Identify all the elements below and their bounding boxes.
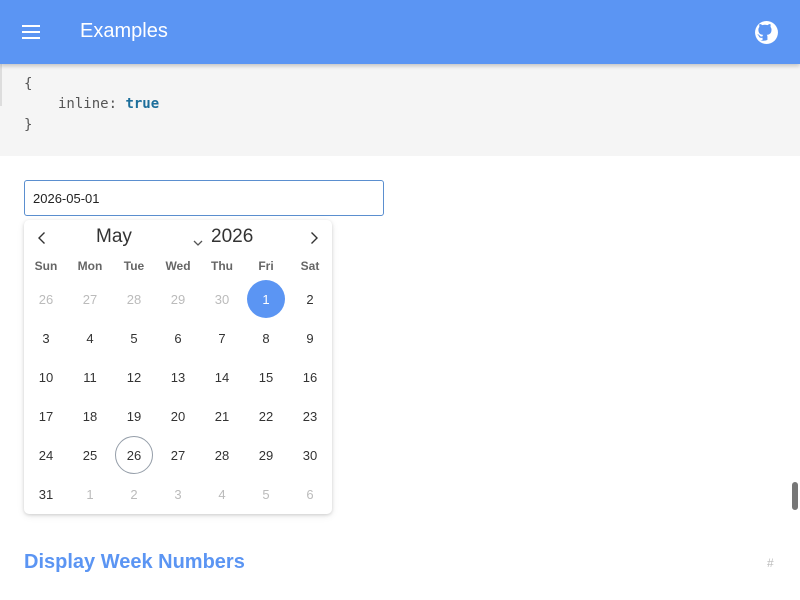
calendar-day[interactable]: 15 [247,358,285,396]
calendar-day[interactable]: 1 [247,280,285,318]
calendar-day[interactable]: 6 [159,319,197,357]
calendar-day[interactable]: 10 [27,358,65,396]
calendar-day[interactable]: 29 [247,436,285,474]
code-close-brace: } [24,117,33,133]
calendar-day[interactable]: 21 [203,397,241,435]
app-title: Examples [80,20,168,42]
calendar-day[interactable]: 11 [71,358,109,396]
calendar-day[interactable]: 30 [203,280,241,318]
weekday-label: Wed [165,259,191,273]
calendar-day[interactable]: 1 [71,475,109,513]
calendar-day[interactable]: 25 [71,436,109,474]
calendar-day[interactable]: 26 [115,436,153,474]
weekday-label: Tue [123,259,145,273]
section-anchor-link[interactable]: # [767,556,774,570]
calendar-day[interactable]: 12 [115,358,153,396]
calendar-day[interactable]: 8 [247,319,285,357]
weekday-label: Fri [258,259,274,273]
chevron-down-icon [192,232,204,246]
code-open-brace: { [24,76,33,92]
code-key: inline [58,96,109,112]
calendar-day[interactable]: 30 [291,436,329,474]
calendar-day[interactable]: 27 [71,280,109,318]
code-option-line: inline: true [58,96,159,112]
calendar-day[interactable]: 7 [203,319,241,357]
calendar-day[interactable]: 26 [27,280,65,318]
calendar-day[interactable]: 31 [27,475,65,513]
weekday-label: Mon [77,259,103,273]
app-bar: Examples [0,0,800,64]
calendar-day[interactable]: 3 [159,475,197,513]
calendar-day[interactable]: 3 [27,319,65,357]
calendar-day[interactable]: 22 [247,397,285,435]
calendar-day[interactable]: 13 [159,358,197,396]
calendar-day[interactable]: 28 [203,436,241,474]
github-icon[interactable] [754,20,779,45]
calendar-day[interactable]: 29 [159,280,197,318]
chevron-right-icon[interactable] [306,230,322,246]
calendar-day[interactable]: 18 [71,397,109,435]
weekday-label: Sat [300,259,320,273]
code-example: { inline: true } [0,64,800,156]
calendar-day[interactable]: 2 [115,475,153,513]
calendar-day[interactable]: 27 [159,436,197,474]
code-colon: : [108,96,126,112]
calendar-day[interactable]: 6 [291,475,329,513]
chevron-left-icon[interactable] [34,230,50,246]
scrollbar-thumb[interactable] [792,482,798,510]
calendar-day[interactable]: 4 [203,475,241,513]
code-value: true [125,96,160,112]
calendar-day[interactable]: 16 [291,358,329,396]
calendar-day[interactable]: 5 [247,475,285,513]
calendar-day[interactable]: 19 [115,397,153,435]
calendar-day[interactable]: 17 [27,397,65,435]
date-input[interactable] [24,180,384,216]
code-block-edge [0,64,2,106]
calendar-day[interactable]: 4 [71,319,109,357]
inline-calendar: May 2026 Sun Mon Tue Wed Thu Fri Sat 26 27 28 29 3… [24,220,332,514]
calendar-day[interactable]: 23 [291,397,329,435]
calendar-day[interactable]: 14 [203,358,241,396]
calendar-day[interactable]: 9 [291,319,329,357]
hamburger-menu-icon[interactable] [22,25,42,39]
calendar-day[interactable]: 24 [27,436,65,474]
month-label: May [96,226,132,247]
section-title: Display Week Numbers [24,551,245,573]
weekday-label: Sun [34,259,58,273]
weekday-label: Thu [211,259,233,273]
weekday-header: Sun Mon Tue Wed Thu Fri Sat [24,259,332,275]
year-input[interactable]: 2026 [211,226,253,248]
calendar-day[interactable]: 20 [159,397,197,435]
calendar-day[interactable]: 5 [115,319,153,357]
calendar-day[interactable]: 28 [115,280,153,318]
calendar-day[interactable]: 2 [291,280,329,318]
